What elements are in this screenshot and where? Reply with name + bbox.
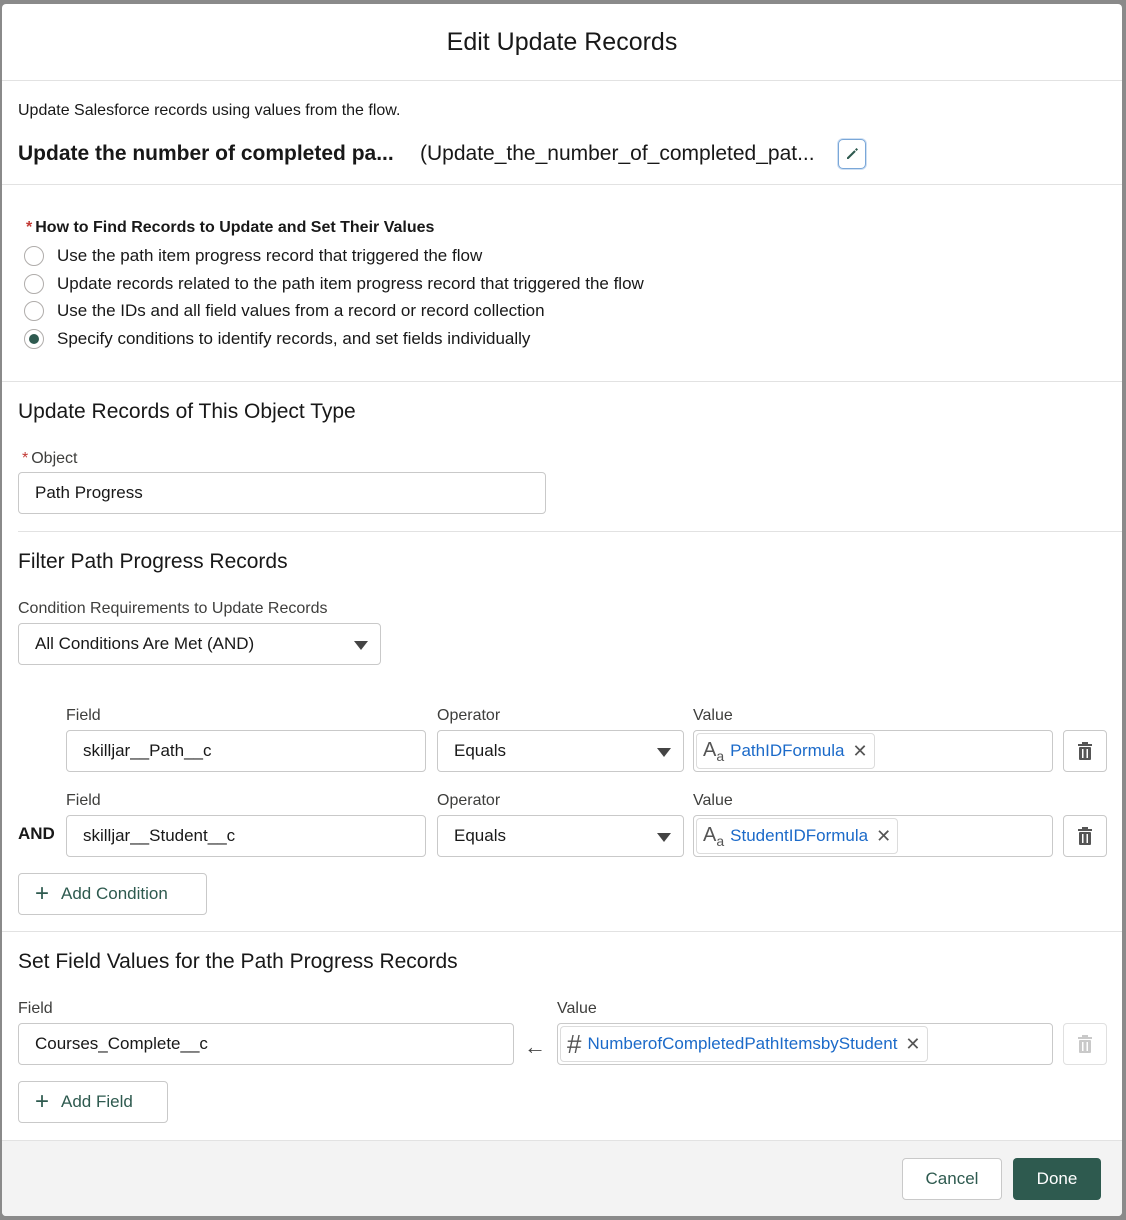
set-field-label: Field	[18, 1000, 53, 1017]
arrow-left-icon: ←	[524, 1034, 546, 1059]
chevron-down-icon	[354, 641, 368, 650]
chevron-down-icon	[657, 833, 671, 842]
edit-update-records-modal: Edit Update Records Update Salesforce re…	[2, 4, 1122, 1216]
condition-value-input[interactable]: Aa PathIDFormula ✕	[693, 730, 1053, 772]
delete-field-button-disabled	[1063, 1023, 1107, 1065]
text-type-icon: Aa	[703, 738, 725, 764]
element-label: Update the number of completed pa...	[18, 142, 394, 165]
value-pill-label: PathIDFormula	[730, 741, 845, 760]
close-icon[interactable]: ✕	[852, 741, 867, 762]
radio-option-triggering-record[interactable]: Use the path item progress record that t…	[24, 246, 482, 266]
radio-button[interactable]	[24, 301, 44, 321]
radio-option-related-records[interactable]: Update records related to the path item …	[24, 274, 644, 294]
object-section-heading: Update Records of This Object Type	[18, 400, 356, 423]
set-value-label: Value	[557, 1000, 597, 1017]
value-pill-label: StudentIDFormula	[730, 826, 869, 845]
object-input[interactable]: Path Progress	[18, 472, 546, 514]
condition-field-input[interactable]: skilljar__Student__c	[66, 815, 426, 857]
find-records-heading: * How to Find Records to Update and Set T…	[26, 219, 434, 237]
set-fields-heading: Set Field Values for the Path Progress R…	[18, 950, 458, 973]
trash-icon	[1078, 742, 1092, 760]
cancel-button[interactable]: Cancel	[902, 1158, 1002, 1200]
radio-option-label: Update records related to the path item …	[57, 274, 644, 293]
condition-requirements-label: Condition Requirements to Update Records	[18, 600, 328, 617]
modal-header: Edit Update Records	[2, 4, 1122, 81]
condition-field-input[interactable]: skilljar__Path__c	[66, 730, 426, 772]
radio-option-label: Use the IDs and all field values from a …	[57, 301, 545, 320]
add-field-button[interactable]: + Add Field	[18, 1081, 168, 1123]
trash-icon	[1078, 827, 1092, 845]
value-pill[interactable]: Aa StudentIDFormula ✕	[696, 818, 899, 854]
text-type-icon: Aa	[703, 823, 725, 849]
radio-button-selected[interactable]	[24, 329, 44, 349]
condition-operator-select[interactable]: Equals	[437, 815, 684, 857]
condition-requirements-select[interactable]: All Conditions Are Met (AND)	[18, 623, 381, 665]
operator-value: Equals	[454, 741, 506, 760]
close-icon[interactable]: ✕	[876, 826, 891, 847]
condition-value-input[interactable]: Aa StudentIDFormula ✕	[693, 815, 1053, 857]
value-pill[interactable]: Aa PathIDFormula ✕	[696, 733, 875, 769]
required-marker: *	[26, 219, 33, 236]
delete-condition-button[interactable]	[1063, 730, 1107, 772]
pencil-icon	[847, 148, 858, 159]
condition-operator-select[interactable]: Equals	[437, 730, 684, 772]
radio-option-label: Specify conditions to identify records, …	[57, 329, 531, 348]
trash-icon	[1078, 1035, 1092, 1053]
value-pill[interactable]: # NumberofCompletedPathItemsbyStudent ✕	[560, 1026, 928, 1062]
element-api-name: (Update_the_number_of_completed_pat...	[420, 142, 815, 165]
condition-field-label: Field	[66, 792, 101, 809]
element-description: Update Salesforce records using values f…	[18, 102, 401, 119]
radio-option-label: Use the path item progress record that t…	[57, 246, 483, 265]
condition-value-label: Value	[693, 792, 733, 809]
done-button[interactable]: Done	[1013, 1158, 1101, 1200]
condition-operator-label: Operator	[437, 792, 501, 809]
modal-footer: Cancel Done	[2, 1140, 1122, 1216]
add-field-label: Add Field	[61, 1092, 133, 1111]
radio-button[interactable]	[24, 246, 44, 266]
radio-option-record-ids[interactable]: Use the IDs and all field values from a …	[24, 301, 545, 321]
number-type-icon: #	[567, 1028, 582, 1059]
details-section: Update Salesforce records using values f…	[2, 81, 1122, 185]
add-condition-button[interactable]: + Add Condition	[18, 873, 207, 915]
set-value-input[interactable]: # NumberofCompletedPathItemsbyStudent ✕	[557, 1023, 1053, 1065]
radio-button[interactable]	[24, 274, 44, 294]
condition-field-label: Field	[66, 707, 101, 724]
chevron-down-icon	[657, 748, 671, 757]
value-pill-label: NumberofCompletedPathItemsbyStudent	[587, 1034, 898, 1053]
set-field-input[interactable]: Courses_Complete__c	[18, 1023, 514, 1065]
radio-option-specify-conditions[interactable]: Specify conditions to identify records, …	[24, 329, 530, 349]
close-icon[interactable]: ✕	[905, 1034, 920, 1055]
plus-icon: +	[35, 1088, 50, 1115]
logic-and-label: AND	[18, 824, 55, 843]
find-records-heading-text: How to Find Records to Update and Set Th…	[35, 219, 435, 236]
modal-title: Edit Update Records	[446, 27, 678, 56]
condition-value-label: Value	[693, 707, 733, 724]
condition-requirements-value: All Conditions Are Met (AND)	[35, 634, 255, 653]
operator-value: Equals	[454, 826, 506, 845]
plus-icon: +	[35, 880, 50, 907]
filter-section-heading: Filter Path Progress Records	[18, 550, 288, 573]
edit-label-button[interactable]	[838, 139, 866, 169]
delete-condition-button[interactable]	[1063, 815, 1107, 857]
object-label: * Object	[22, 450, 78, 467]
add-condition-label: Add Condition	[61, 884, 168, 903]
condition-operator-label: Operator	[437, 707, 501, 724]
